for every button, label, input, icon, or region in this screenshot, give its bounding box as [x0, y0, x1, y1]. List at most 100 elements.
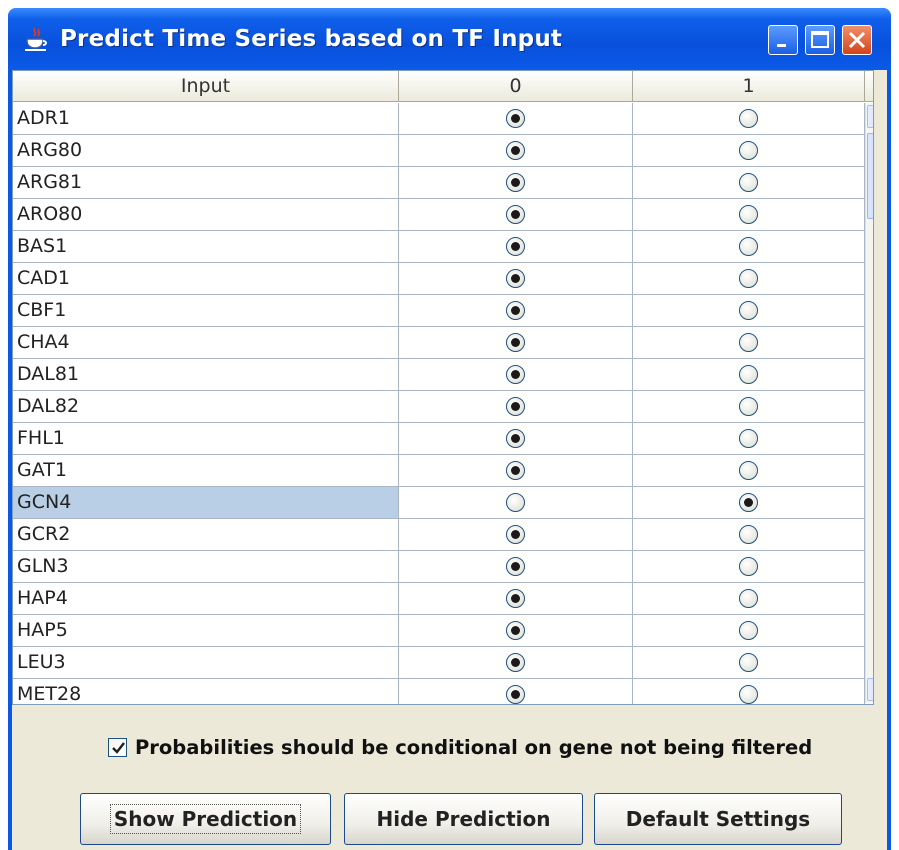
- table-row[interactable]: BAS1: [13, 231, 865, 263]
- column-header-input[interactable]: Input: [13, 71, 399, 102]
- radio-button-0[interactable]: [506, 109, 525, 128]
- radio-button-1[interactable]: [739, 173, 758, 192]
- radio-cell-1[interactable]: [633, 679, 865, 704]
- radio-cell-1[interactable]: [633, 487, 865, 519]
- tf-name-cell[interactable]: DAL81: [13, 359, 399, 391]
- table-row[interactable]: LEU3: [13, 647, 865, 679]
- radio-cell-0[interactable]: [399, 135, 633, 167]
- radio-button-1[interactable]: [739, 493, 758, 512]
- tf-name-cell[interactable]: DAL82: [13, 391, 399, 423]
- radio-button-0[interactable]: [506, 589, 525, 608]
- radio-button-0[interactable]: [506, 461, 525, 480]
- table-row[interactable]: DAL81: [13, 359, 865, 391]
- conditional-option[interactable]: Probabilities should be conditional on g…: [108, 734, 812, 760]
- radio-cell-1[interactable]: [633, 231, 865, 263]
- radio-button-1[interactable]: [739, 333, 758, 352]
- table-row[interactable]: GLN3: [13, 551, 865, 583]
- table-row[interactable]: GCN4: [13, 487, 865, 519]
- tf-name-cell[interactable]: CHA4: [13, 327, 399, 359]
- radio-button-1[interactable]: [739, 461, 758, 480]
- radio-cell-1[interactable]: [633, 615, 865, 647]
- radio-button-1[interactable]: [739, 365, 758, 384]
- table-row[interactable]: DAL82: [13, 391, 865, 423]
- radio-cell-1[interactable]: [633, 519, 865, 551]
- vertical-scrollbar[interactable]: [865, 103, 873, 703]
- radio-button-1[interactable]: [739, 525, 758, 544]
- radio-cell-1[interactable]: [633, 327, 865, 359]
- radio-cell-1[interactable]: [633, 135, 865, 167]
- radio-cell-1[interactable]: [633, 167, 865, 199]
- table-row[interactable]: HAP5: [13, 615, 865, 647]
- radio-cell-0[interactable]: [399, 519, 633, 551]
- radio-cell-1[interactable]: [633, 295, 865, 327]
- tf-name-cell[interactable]: LEU3: [13, 647, 399, 679]
- radio-button-0[interactable]: [506, 397, 525, 416]
- table-row[interactable]: GAT1: [13, 455, 865, 487]
- radio-button-0[interactable]: [506, 205, 525, 224]
- radio-button-0[interactable]: [506, 621, 525, 640]
- table-row[interactable]: ARG80: [13, 135, 865, 167]
- table-row[interactable]: ARG81: [13, 167, 865, 199]
- radio-button-0[interactable]: [506, 301, 525, 320]
- tf-name-cell[interactable]: GCR2: [13, 519, 399, 551]
- radio-cell-0[interactable]: [399, 103, 633, 135]
- radio-cell-1[interactable]: [633, 199, 865, 231]
- radio-cell-0[interactable]: [399, 295, 633, 327]
- table-row[interactable]: HAP4: [13, 583, 865, 615]
- scroll-down-button[interactable]: [867, 678, 873, 701]
- radio-cell-0[interactable]: [399, 615, 633, 647]
- conditional-checkbox[interactable]: [108, 737, 127, 757]
- table-row[interactable]: ADR1: [13, 103, 865, 135]
- radio-cell-0[interactable]: [399, 423, 633, 455]
- scroll-up-button[interactable]: [867, 105, 873, 128]
- tf-name-cell[interactable]: GCN4: [13, 487, 399, 519]
- radio-cell-0[interactable]: [399, 487, 633, 519]
- tf-name-cell[interactable]: MET28: [13, 679, 399, 704]
- radio-button-1[interactable]: [739, 301, 758, 320]
- tf-name-cell[interactable]: BAS1: [13, 231, 399, 263]
- tf-name-cell[interactable]: GAT1: [13, 455, 399, 487]
- radio-button-1[interactable]: [739, 269, 758, 288]
- radio-button-0[interactable]: [506, 269, 525, 288]
- tf-name-cell[interactable]: CAD1: [13, 263, 399, 295]
- radio-button-0[interactable]: [506, 141, 525, 160]
- radio-cell-0[interactable]: [399, 551, 633, 583]
- radio-cell-0[interactable]: [399, 231, 633, 263]
- radio-cell-0[interactable]: [399, 455, 633, 487]
- radio-cell-0[interactable]: [399, 327, 633, 359]
- table-row[interactable]: FHL1: [13, 423, 865, 455]
- table-row[interactable]: MET28: [13, 679, 865, 704]
- radio-cell-0[interactable]: [399, 391, 633, 423]
- radio-button-1[interactable]: [739, 589, 758, 608]
- radio-cell-1[interactable]: [633, 391, 865, 423]
- table-row[interactable]: CHA4: [13, 327, 865, 359]
- radio-button-1[interactable]: [739, 557, 758, 576]
- radio-button-1[interactable]: [739, 621, 758, 640]
- tf-name-cell[interactable]: HAP4: [13, 583, 399, 615]
- default-settings-button[interactable]: Default Settings: [594, 793, 842, 845]
- radio-button-1[interactable]: [739, 109, 758, 128]
- radio-button-0[interactable]: [506, 525, 525, 544]
- radio-cell-1[interactable]: [633, 647, 865, 679]
- radio-button-0[interactable]: [506, 685, 525, 704]
- hide-prediction-button[interactable]: Hide Prediction: [344, 793, 583, 845]
- radio-cell-1[interactable]: [633, 359, 865, 391]
- radio-cell-0[interactable]: [399, 263, 633, 295]
- tf-name-cell[interactable]: GLN3: [13, 551, 399, 583]
- radio-button-0[interactable]: [506, 493, 525, 512]
- tf-name-cell[interactable]: ARG81: [13, 167, 399, 199]
- scroll-thumb[interactable]: [867, 133, 873, 219]
- table-row[interactable]: CAD1: [13, 263, 865, 295]
- maximize-button[interactable]: [805, 25, 835, 55]
- table-row[interactable]: ARO80: [13, 199, 865, 231]
- table-row[interactable]: CBF1: [13, 295, 865, 327]
- radio-cell-1[interactable]: [633, 103, 865, 135]
- radio-button-0[interactable]: [506, 173, 525, 192]
- radio-button-0[interactable]: [506, 557, 525, 576]
- radio-button-0[interactable]: [506, 429, 525, 448]
- radio-cell-1[interactable]: [633, 263, 865, 295]
- radio-button-0[interactable]: [506, 365, 525, 384]
- radio-cell-1[interactable]: [633, 455, 865, 487]
- tf-name-cell[interactable]: ARO80: [13, 199, 399, 231]
- tf-name-cell[interactable]: HAP5: [13, 615, 399, 647]
